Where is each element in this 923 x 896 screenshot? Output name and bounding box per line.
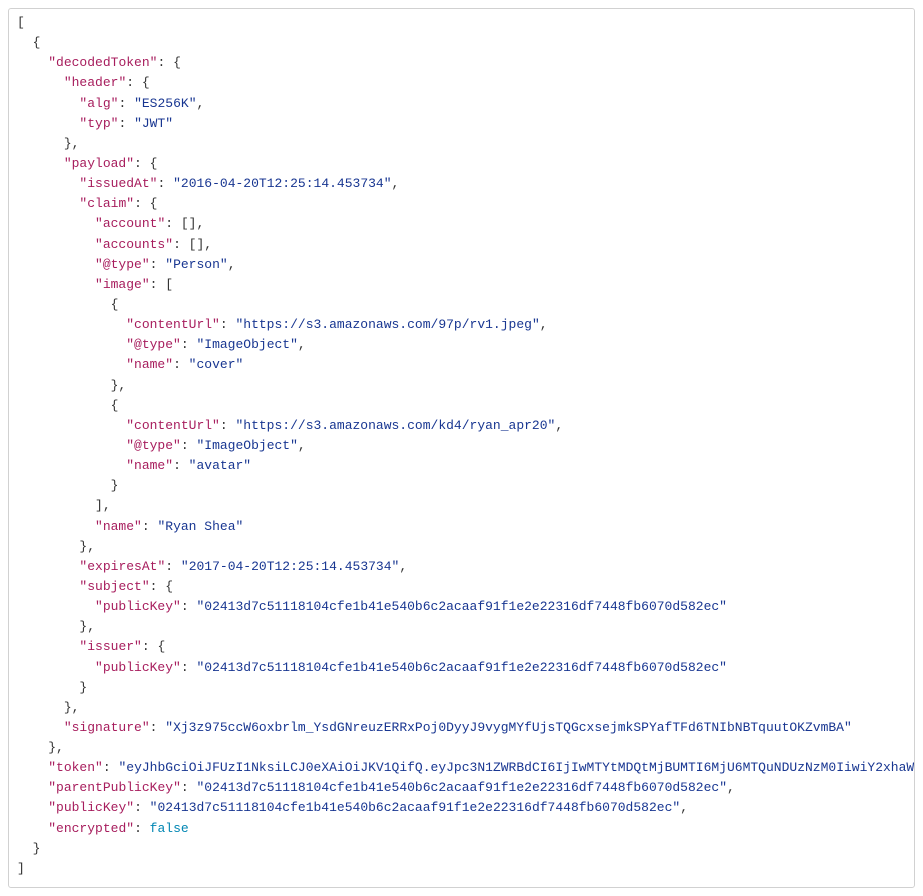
json-line: { [17, 396, 906, 416]
json-line: } [17, 678, 906, 698]
json-line: ] [17, 859, 906, 879]
json-line: "claim": { [17, 194, 906, 214]
val-img1-type: ImageObject [204, 438, 290, 453]
key-header: header [72, 75, 119, 90]
key-issuedAt: issuedAt [87, 176, 149, 191]
json-viewer: [ { "decodedToken": { "header": { "alg":… [8, 8, 915, 888]
json-line: } [17, 476, 906, 496]
val-type-person: Person [173, 257, 220, 272]
key-type: @type [103, 257, 142, 272]
key-contentUrl: contentUrl [134, 418, 212, 433]
val-expiresAt: 2017-04-20T12:25:14.453734 [189, 559, 392, 574]
key-name: name [134, 458, 165, 473]
val-parentPublicKey: 02413d7c51118104cfe1b41e540b6c2acaaf91f1… [204, 780, 719, 795]
json-line: "name": "cover" [17, 355, 906, 375]
json-line: "signature": "Xj3z975ccW6oxbrlm_YsdGNreu… [17, 718, 906, 738]
json-line: "@type": "ImageObject", [17, 335, 906, 355]
json-line: }, [17, 698, 906, 718]
val-publicKey: 02413d7c51118104cfe1b41e540b6c2acaaf91f1… [157, 800, 672, 815]
json-line: "image": [ [17, 275, 906, 295]
json-line: "publicKey": "02413d7c51118104cfe1b41e54… [17, 658, 906, 678]
key-account: account [103, 216, 158, 231]
json-line: "issuedAt": "2016-04-20T12:25:14.453734"… [17, 174, 906, 194]
json-line: }, [17, 376, 906, 396]
val-issuer-pk: 02413d7c51118104cfe1b41e540b6c2acaaf91f1… [204, 660, 719, 675]
json-line: }, [17, 738, 906, 758]
key-contentUrl: contentUrl [134, 317, 212, 332]
key-parentPublicKey: parentPublicKey [56, 780, 173, 795]
key-expiresAt: expiresAt [87, 559, 157, 574]
json-line: "alg": "ES256K", [17, 94, 906, 114]
val-token: eyJhbGciOiJFUzI1NksiLCJ0eXAiOiJKV1QifQ.e… [126, 760, 915, 775]
json-line: "encrypted": false [17, 819, 906, 839]
key-name: name [134, 357, 165, 372]
key-type: @type [134, 438, 173, 453]
json-line: "publicKey": "02413d7c51118104cfe1b41e54… [17, 798, 906, 818]
json-line: "parentPublicKey": "02413d7c51118104cfe1… [17, 778, 906, 798]
val-img1-name: avatar [196, 458, 243, 473]
val-encrypted: false [150, 821, 189, 836]
key-publicKey: publicKey [56, 800, 126, 815]
json-line: "name": "avatar" [17, 456, 906, 476]
json-line: [ [17, 13, 906, 33]
json-line: "typ": "JWT" [17, 114, 906, 134]
key-signature: signature [72, 720, 142, 735]
key-issuer: issuer [87, 639, 134, 654]
json-line: "subject": { [17, 577, 906, 597]
json-line: }, [17, 134, 906, 154]
json-line: "contentUrl": "https://s3.amazonaws.com/… [17, 416, 906, 436]
json-line: "header": { [17, 73, 906, 93]
json-line: "contentUrl": "https://s3.amazonaws.com/… [17, 315, 906, 335]
key-alg: alg [87, 96, 110, 111]
json-line: } [17, 839, 906, 859]
val-signature: Xj3z975ccW6oxbrlm_YsdGNreuzERRxPoj0DyyJ9… [173, 720, 844, 735]
json-line: "publicKey": "02413d7c51118104cfe1b41e54… [17, 597, 906, 617]
val-img0-name: cover [196, 357, 235, 372]
key-token: token [56, 760, 95, 775]
json-line: "decodedToken": { [17, 53, 906, 73]
key-encrypted: encrypted [56, 821, 126, 836]
json-line: { [17, 33, 906, 53]
json-line: "name": "Ryan Shea" [17, 517, 906, 537]
val-typ: JWT [142, 116, 165, 131]
key-claim: claim [87, 196, 126, 211]
json-line: "@type": "Person", [17, 255, 906, 275]
json-line: ], [17, 496, 906, 516]
key-type: @type [134, 337, 173, 352]
val-img1-url: https://s3.amazonaws.com/kd4/ryan_apr20 [243, 418, 547, 433]
key-subject: subject [87, 579, 142, 594]
val-subject-pk: 02413d7c51118104cfe1b41e540b6c2acaaf91f1… [204, 599, 719, 614]
json-line: "expiresAt": "2017-04-20T12:25:14.453734… [17, 557, 906, 577]
json-line: }, [17, 537, 906, 557]
json-line: "account": [], [17, 214, 906, 234]
key-payload: payload [72, 156, 127, 171]
json-line: "issuer": { [17, 637, 906, 657]
key-publicKey: publicKey [103, 660, 173, 675]
val-issuedAt: 2016-04-20T12:25:14.453734 [181, 176, 384, 191]
json-line: }, [17, 617, 906, 637]
val-img0-type: ImageObject [204, 337, 290, 352]
key-name: name [103, 519, 134, 534]
key-accounts: accounts [103, 237, 165, 252]
json-line: "accounts": [], [17, 235, 906, 255]
json-line: "payload": { [17, 154, 906, 174]
val-alg: ES256K [142, 96, 189, 111]
val-img0-url: https://s3.amazonaws.com/97p/rv1.jpeg [243, 317, 532, 332]
json-line: "token": "eyJhbGciOiJFUzI1NksiLCJ0eXAiOi… [17, 758, 906, 778]
json-line: { [17, 295, 906, 315]
val-claim-name: Ryan Shea [165, 519, 235, 534]
key-image: image [103, 277, 142, 292]
key-decodedToken: decodedToken [56, 55, 150, 70]
key-typ: typ [87, 116, 110, 131]
json-line: "@type": "ImageObject", [17, 436, 906, 456]
key-publicKey: publicKey [103, 599, 173, 614]
